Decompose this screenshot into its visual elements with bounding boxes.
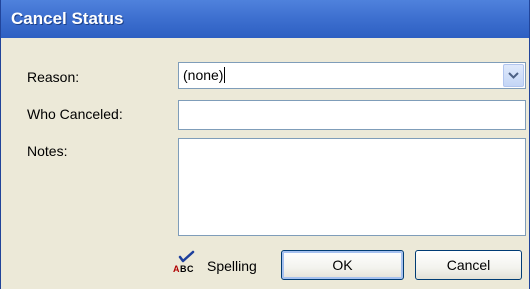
chevron-down-icon bbox=[508, 71, 519, 79]
reason-dropdown[interactable]: (none) bbox=[178, 62, 526, 89]
who-canceled-label: Who Canceled: bbox=[27, 106, 123, 122]
spelling-label[interactable]: Spelling bbox=[207, 258, 257, 274]
reason-label: Reason: bbox=[27, 69, 80, 85]
cancel-button[interactable]: Cancel bbox=[415, 250, 522, 280]
spell-check-icon[interactable]: A B C bbox=[172, 250, 200, 274]
who-canceled-field[interactable] bbox=[178, 100, 526, 130]
title-bar[interactable]: Cancel Status bbox=[0, 0, 530, 38]
ok-button[interactable]: OK bbox=[281, 250, 404, 280]
notes-label: Notes: bbox=[27, 143, 68, 159]
svg-text:A: A bbox=[173, 264, 180, 274]
notes-field[interactable] bbox=[178, 138, 526, 236]
svg-text:C: C bbox=[187, 264, 194, 274]
dialog-title: Cancel Status bbox=[11, 9, 124, 28]
svg-text:B: B bbox=[180, 264, 187, 274]
dropdown-button[interactable] bbox=[503, 64, 524, 87]
reason-value: (none) bbox=[183, 67, 226, 83]
